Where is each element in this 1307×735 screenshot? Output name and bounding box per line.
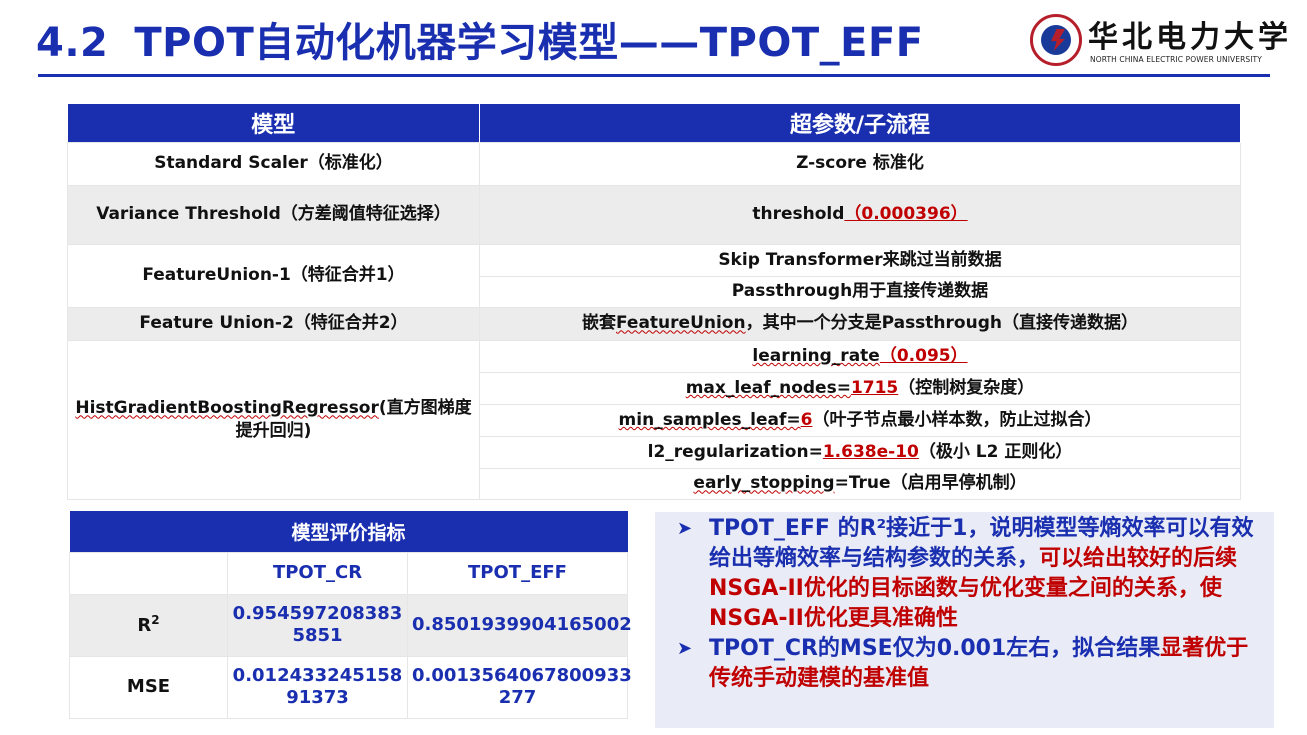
model-cell: HistGradientBoostingRegressor(直方图梯度提升回归) [67, 339, 480, 500]
conclusion-panel: ➤ TPOT_EFF 的R²接近于1，说明模型等熵效率可以有效给出等熵效率与结构参… [655, 512, 1274, 728]
metric-label-mse: MSE [69, 655, 228, 719]
param-cell: l2_regularization=1.638e-10（极小 L2 正则化） [479, 435, 1241, 469]
model-cell: Feature Union-2（特征合并2） [67, 306, 480, 341]
param-cell: Z-score 标准化 [479, 141, 1241, 186]
param-cell: 嵌套FeatureUnion，其中一个分支是Passthrough（直接传递数据… [479, 306, 1241, 341]
model-cell: Variance Threshold（方差阈值特征选择） [67, 184, 480, 245]
model-cell: FeatureUnion-1（特征合并1） [67, 243, 480, 308]
arrow-bullet-icon: ➤ [677, 518, 693, 539]
logo-english-name: NORTH CHINA ELECTRIC POWER UNIVERSITY [1090, 55, 1262, 64]
column-tpot-cr: TPOT_CR [227, 551, 408, 595]
metric-value: 0.954597208383 5851 [227, 593, 408, 657]
param-cell: Passthrough用于直接传递数据 [479, 275, 1241, 308]
metric-value: 0.8501939904165002 [406, 593, 632, 657]
table-row: HistGradientBoostingRegressor(直方图梯度提升回归)… [67, 339, 1241, 500]
metric-value: 0.0013564067800933 277 [406, 655, 632, 719]
param-cell: Skip Transformer来跳过当前数据 [479, 243, 1241, 277]
university-seal-icon [1030, 14, 1082, 66]
table-row: MSE 0.012433245158 91373 0.0013564067800… [69, 655, 632, 719]
title-divider [38, 74, 1270, 77]
metric-value: 0.012433245158 91373 [227, 655, 408, 719]
university-logo: 华北电力大学 NORTH CHINA ELECTRIC POWER UNIVER… [1030, 12, 1288, 68]
param-cell: threshold（0.000396） [479, 184, 1241, 245]
table-row: Standard Scaler（标准化） Z-score 标准化 [67, 141, 1241, 186]
table-row: R2 0.954597208383 5851 0.850193990416500… [69, 593, 632, 657]
model-cell: Standard Scaler（标准化） [67, 141, 480, 186]
param-cell: early_stopping=True（启用早停机制） [479, 467, 1241, 500]
param-cell: min_samples_leaf=6（叶子节点最小样本数，防止过拟合） [479, 403, 1241, 437]
param-name: threshold [752, 204, 845, 225]
metric-label-r2: R2 [69, 593, 228, 657]
table-header-row: 模型 超参数/子流程 [67, 104, 1241, 142]
title-text: TPOT自动化机器学习模型——TPOT_EFF [134, 20, 924, 66]
model-table: 模型 超参数/子流程 Standard Scaler（标准化） Z-score … [67, 104, 1241, 500]
param-cell: learning_rate（0.095） [479, 339, 1241, 373]
list-item: ➤ TPOT_CR的MSE仅为0.001左右，拟合结果显著优于传统手动建模的基准值 [677, 636, 1249, 691]
table-row: FeatureUnion-1（特征合并1） Skip Transformer来跳… [67, 243, 1241, 308]
table-row: Feature Union-2（特征合并2） 嵌套FeatureUnion，其中… [67, 306, 1241, 341]
logo-chinese-name: 华北电力大学 [1088, 20, 1292, 55]
list-item: ➤ TPOT_EFF 的R²接近于1，说明模型等熵效率可以有效给出等熵效率与结构参… [677, 516, 1254, 631]
page-title: 4.2 TPOT自动化机器学习模型——TPOT_EFF [36, 10, 924, 68]
header-model: 模型 [67, 104, 480, 142]
metrics-title: 模型评价指标 [69, 511, 628, 552]
metrics-table: 模型评价指标 TPOT_CR TPOT_EFF R2 0.95459720838… [69, 511, 632, 719]
arrow-bullet-icon: ➤ [677, 638, 693, 659]
param-value: （0.000396） [844, 204, 968, 225]
header-params: 超参数/子流程 [479, 104, 1241, 142]
param-cell: max_leaf_nodes=1715（控制树复杂度） [479, 371, 1241, 405]
table-row: TPOT_CR TPOT_EFF [69, 551, 629, 595]
table-row: Variance Threshold（方差阈值特征选择） threshold（0… [67, 184, 1241, 245]
section-number: 4.2 [36, 20, 109, 66]
column-tpot-eff: TPOT_EFF [406, 551, 629, 595]
empty-cell [69, 551, 228, 595]
